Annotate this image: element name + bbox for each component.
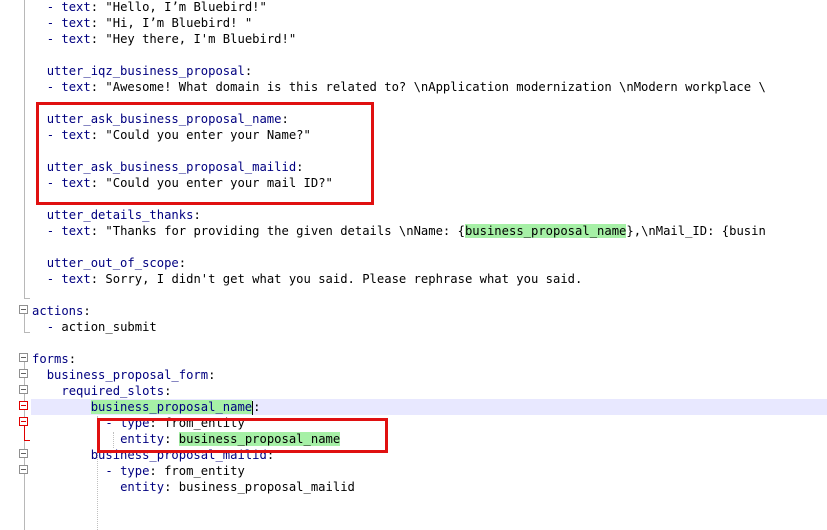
fold-toggle-type-item-2[interactable] xyxy=(19,465,28,474)
yaml-key: text xyxy=(61,80,91,94)
list-dash: - xyxy=(46,0,62,14)
yaml-key: required_slots xyxy=(61,384,165,398)
fold-end-marker xyxy=(24,332,30,333)
code-text: : from_entity xyxy=(149,464,245,478)
fold-line-active xyxy=(24,426,25,440)
code-text: : xyxy=(178,256,187,270)
fold-end-marker xyxy=(24,440,30,441)
annotation-box-entity xyxy=(97,418,388,453)
code-line[interactable]: - text: "Hello, I’m Bluebird!" xyxy=(32,0,267,15)
yaml-key: text xyxy=(61,272,91,286)
list-dash: - xyxy=(46,32,62,46)
fold-toggle-required-slots[interactable] xyxy=(19,385,28,394)
code-text: : "Thanks for providing the given detail… xyxy=(90,224,465,238)
yaml-key: forms xyxy=(32,352,69,366)
code-text: action_submit xyxy=(61,320,157,334)
yaml-key: text xyxy=(61,32,91,46)
code-text: : "Hello, I’m Bluebird!" xyxy=(90,0,267,14)
yaml-key: business_proposal_form xyxy=(46,368,209,382)
fold-end-marker xyxy=(24,298,30,299)
yaml-key: text xyxy=(61,16,91,30)
code-line[interactable]: - text: "Awesome! What domain is this re… xyxy=(32,79,766,95)
fold-toggle-business-proposal-mailid[interactable] xyxy=(19,449,28,458)
highlighted-token: business_proposal_name xyxy=(90,400,253,414)
code-line[interactable]: forms: xyxy=(32,351,76,367)
fold-toggle-business-proposal-name[interactable] xyxy=(19,401,28,410)
code-text: : xyxy=(253,400,261,414)
fold-gutter xyxy=(0,0,31,530)
code-text: : xyxy=(208,368,216,382)
code-line[interactable]: business_proposal_name: xyxy=(32,399,260,415)
code-line[interactable]: - text: "Hey there, I'm Bluebird!" xyxy=(32,31,297,47)
fold-line xyxy=(24,0,25,298)
list-dash: - xyxy=(105,464,121,478)
yaml-key: actions xyxy=(32,304,84,318)
yaml-key: entity xyxy=(120,480,165,494)
fold-toggle-forms[interactable] xyxy=(19,353,28,362)
yaml-key: text xyxy=(61,0,91,14)
code-line[interactable]: - text: "Hi, I’m Bluebird! " xyxy=(32,15,252,31)
fold-toggle-actions[interactable] xyxy=(19,305,28,314)
code-text: : xyxy=(83,304,91,318)
code-text: },\nMail_ID: {busin xyxy=(626,224,766,238)
yaml-key: utter_iqz_business_proposal xyxy=(46,64,245,78)
code-text: : xyxy=(193,208,201,222)
code-line[interactable]: required_slots: xyxy=(32,383,171,399)
fold-toggle-type-item[interactable] xyxy=(19,417,28,426)
yaml-key: utter_details_thanks xyxy=(46,208,194,222)
code-line[interactable]: - text: "Thanks for providing the given … xyxy=(32,223,766,239)
annotation-box-utter-ask xyxy=(36,102,374,205)
code-text: : "Hi, I’m Bluebird! " xyxy=(90,16,253,30)
code-line[interactable]: - action_submit xyxy=(32,319,157,335)
code-text: : business_proposal_mailid xyxy=(164,480,355,494)
list-dash: - xyxy=(46,272,62,286)
code-line[interactable]: utter_iqz_business_proposal: xyxy=(32,63,252,79)
code-editor[interactable]: - text: "Hello, I’m Bluebird!" - text: "… xyxy=(0,0,827,530)
code-line[interactable]: - type: from_entity xyxy=(32,463,245,479)
list-dash: - xyxy=(46,224,62,238)
code-line[interactable]: entity: business_proposal_mailid xyxy=(32,479,355,495)
code-line[interactable]: utter_details_thanks: xyxy=(32,207,201,223)
list-dash: - xyxy=(46,16,62,30)
code-text: : xyxy=(244,64,253,78)
code-line[interactable]: - text: Sorry, I didn't get what you sai… xyxy=(32,271,583,287)
highlighted-token: business_proposal_name xyxy=(464,224,627,238)
code-text: : xyxy=(68,352,77,366)
yaml-key: utter_out_of_scope xyxy=(46,256,179,270)
fold-line xyxy=(24,314,25,332)
list-dash: - xyxy=(46,80,62,94)
code-line[interactable]: utter_out_of_scope: xyxy=(32,255,186,271)
code-line[interactable]: business_proposal_form: xyxy=(32,367,216,383)
code-text: : "Awesome! What domain is this related … xyxy=(90,80,766,94)
code-text: : "Hey there, I'm Bluebird!" xyxy=(90,32,297,46)
fold-toggle-business-proposal-form[interactable] xyxy=(19,369,28,378)
yaml-key: type xyxy=(120,464,150,478)
code-line[interactable]: actions: xyxy=(32,303,91,319)
yaml-key: text xyxy=(61,224,91,238)
code-text: : Sorry, I didn't get what you said. Ple… xyxy=(90,272,583,286)
code-text: : xyxy=(164,384,172,398)
list-dash: - xyxy=(46,320,62,334)
